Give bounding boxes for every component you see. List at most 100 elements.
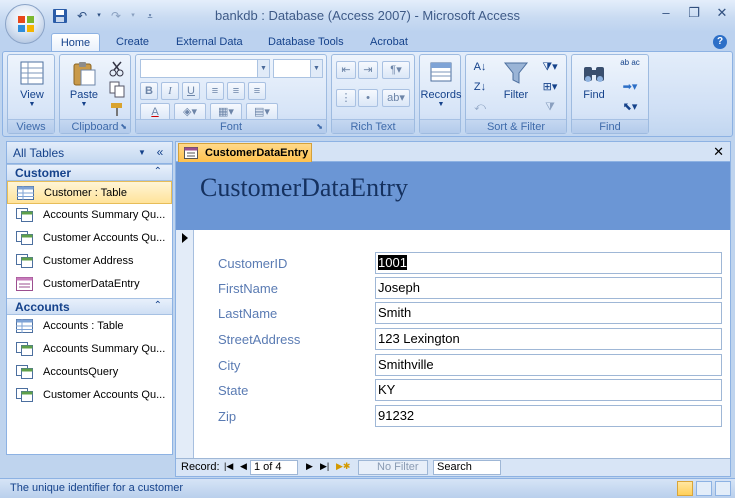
restore-icon[interactable]: ❐ — [687, 6, 701, 20]
zip-field[interactable]: 91232 — [375, 405, 722, 427]
close-icon[interactable]: ✕ — [713, 144, 724, 160]
last-record-icon[interactable]: ▶| — [320, 461, 329, 472]
view-button[interactable]: View ▼ — [12, 59, 52, 117]
replace-icon[interactable]: ab ac — [618, 59, 642, 77]
bold-button[interactable]: B — [140, 82, 158, 100]
no-filter-button[interactable]: No Filter — [358, 460, 428, 475]
paragraph-direction-icon[interactable]: ¶▾ — [382, 61, 410, 79]
advanced-filter-icon[interactable]: ⊞▾ — [538, 79, 562, 97]
increase-indent-icon[interactable]: ⇥ — [358, 61, 378, 79]
numbering-icon[interactable]: ⋮ — [336, 89, 356, 107]
nav-item-accounts-summary-query-2[interactable]: Accounts Summary Qu... — [7, 338, 172, 361]
chevron-down-icon: ▼ — [80, 101, 88, 108]
firstname-field[interactable]: Joseph — [375, 277, 722, 299]
tab-external-data[interactable]: External Data — [168, 33, 251, 52]
select-icon[interactable]: ⬉▾ — [618, 99, 642, 117]
align-center-icon[interactable]: ≡ — [227, 82, 245, 100]
document-tab[interactable]: CustomerDataEntry — [178, 143, 312, 162]
streetaddress-field[interactable]: 123 Lexington — [375, 328, 722, 350]
nav-item-customer-table[interactable]: Customer : Table — [7, 181, 172, 204]
chevron-down-icon[interactable]: ▼ — [136, 147, 148, 159]
nav-item-accounts-query[interactable]: AccountsQuery — [7, 361, 172, 384]
bullets-icon[interactable]: • — [358, 89, 378, 107]
record-navigation-bar: Record: |◀ ◀ 1 of 4 ▶ ▶| ▶✱ No Filter Se… — [176, 458, 730, 476]
tab-home[interactable]: Home — [51, 33, 100, 52]
align-left-icon[interactable]: ≡ — [206, 82, 224, 100]
sort-descending-icon[interactable]: Z↓ — [470, 79, 490, 97]
field-label-customerid: CustomerID — [218, 256, 288, 271]
clear-sort-icon[interactable]: ⤺ — [470, 99, 490, 117]
chevron-down-icon[interactable]: ▼ — [310, 60, 322, 77]
ribbon-tabs: Home Create External Data Database Tools… — [0, 32, 735, 52]
selection-filter-icon[interactable]: ⧩▾ — [538, 59, 562, 77]
italic-button[interactable]: I — [161, 82, 179, 100]
dialog-launcher-icon[interactable]: ⬊ — [316, 122, 323, 131]
nav-item-accounts-summary-query[interactable]: Accounts Summary Qu... — [7, 204, 172, 227]
records-button-label: Records — [420, 89, 462, 101]
records-icon — [430, 62, 452, 82]
font-name-combo[interactable]: ▼ — [140, 59, 270, 78]
help-icon[interactable]: ? — [713, 35, 727, 49]
nav-item-label: Accounts Summary Qu... — [43, 209, 166, 221]
chevron-up-icon: ⌃ — [153, 166, 162, 177]
find-button[interactable]: Find — [574, 59, 614, 117]
tab-database-tools[interactable]: Database Tools — [260, 33, 352, 52]
go-to-icon[interactable]: ➡▾ — [618, 79, 642, 97]
search-input[interactable]: Search — [433, 460, 501, 475]
nav-item-accounts-table[interactable]: Accounts : Table — [7, 315, 172, 338]
filter-icon — [503, 62, 529, 84]
nav-group-customer[interactable]: Customer ⌃ — [7, 164, 172, 181]
paste-button[interactable]: Paste ▼ — [64, 59, 104, 117]
find-group: Find ab ac ➡▾ ⬉▾ Find — [571, 54, 649, 134]
highlight-icon[interactable]: ab▾ — [382, 89, 410, 107]
query-icon — [16, 342, 33, 356]
dialog-launcher-icon[interactable]: ⬊ — [120, 122, 127, 131]
underline-button[interactable]: U — [182, 82, 200, 100]
previous-record-icon[interactable]: ◀ — [240, 461, 247, 472]
layout-view-icon[interactable] — [696, 481, 712, 496]
city-field[interactable]: Smithville — [375, 354, 722, 376]
records-group-label — [420, 119, 460, 133]
nav-item-label: Accounts : Table — [43, 320, 124, 332]
minimize-icon[interactable]: – — [659, 6, 673, 20]
align-right-icon[interactable]: ≡ — [248, 82, 266, 100]
nav-item-customer-address[interactable]: Customer Address — [7, 250, 172, 273]
font-size-combo[interactable]: ▼ — [273, 59, 323, 78]
records-button[interactable]: Records ▼ — [420, 59, 462, 117]
collapse-pane-icon[interactable]: « — [153, 145, 167, 159]
field-label-state: State — [218, 383, 249, 398]
next-record-icon[interactable]: ▶ — [306, 461, 313, 472]
nav-group-accounts[interactable]: Accounts ⌃ — [7, 298, 172, 315]
nav-item-customer-data-entry[interactable]: CustomerDataEntry — [7, 273, 172, 296]
format-painter-icon[interactable] — [108, 100, 126, 118]
record-selector[interactable] — [176, 230, 194, 458]
tab-create[interactable]: Create — [108, 33, 157, 52]
lastname-field[interactable]: Smith — [375, 302, 722, 324]
nav-item-customer-accounts-query[interactable]: Customer Accounts Qu... — [7, 227, 172, 250]
chevron-up-icon: ⌃ — [153, 300, 162, 311]
cut-icon[interactable] — [108, 60, 126, 78]
nav-item-customer-accounts-query-2[interactable]: Customer Accounts Qu... — [7, 384, 172, 407]
first-record-icon[interactable]: |◀ — [224, 461, 233, 472]
document-tab-bar: CustomerDataEntry ✕ — [176, 142, 730, 162]
toggle-filter-icon[interactable]: ⧩ — [538, 99, 562, 117]
new-record-icon[interactable]: ▶✱ — [336, 461, 350, 472]
view-button-label: View — [20, 89, 44, 101]
copy-icon[interactable] — [108, 80, 126, 98]
form-view-icon[interactable] — [677, 481, 693, 496]
filter-button[interactable]: Filter — [496, 59, 536, 117]
current-record-field[interactable]: 1 of 4 — [250, 460, 298, 475]
close-icon[interactable]: ✕ — [715, 6, 729, 20]
find-button-label: Find — [583, 89, 605, 101]
tab-acrobat[interactable]: Acrobat — [362, 33, 416, 52]
sort-ascending-icon[interactable]: A↓ — [470, 59, 490, 77]
chevron-down-icon[interactable]: ▼ — [257, 60, 269, 77]
design-view-icon[interactable] — [715, 481, 731, 496]
office-button[interactable] — [5, 4, 45, 44]
state-field[interactable]: KY — [375, 379, 722, 401]
customerid-field[interactable]: 1001 — [375, 252, 722, 274]
nav-pane-header[interactable]: All Tables ▼ « — [7, 142, 172, 164]
nav-pane-title: All Tables — [13, 146, 65, 160]
decrease-indent-icon[interactable]: ⇤ — [336, 61, 356, 79]
nav-group-label: Accounts — [15, 300, 70, 314]
